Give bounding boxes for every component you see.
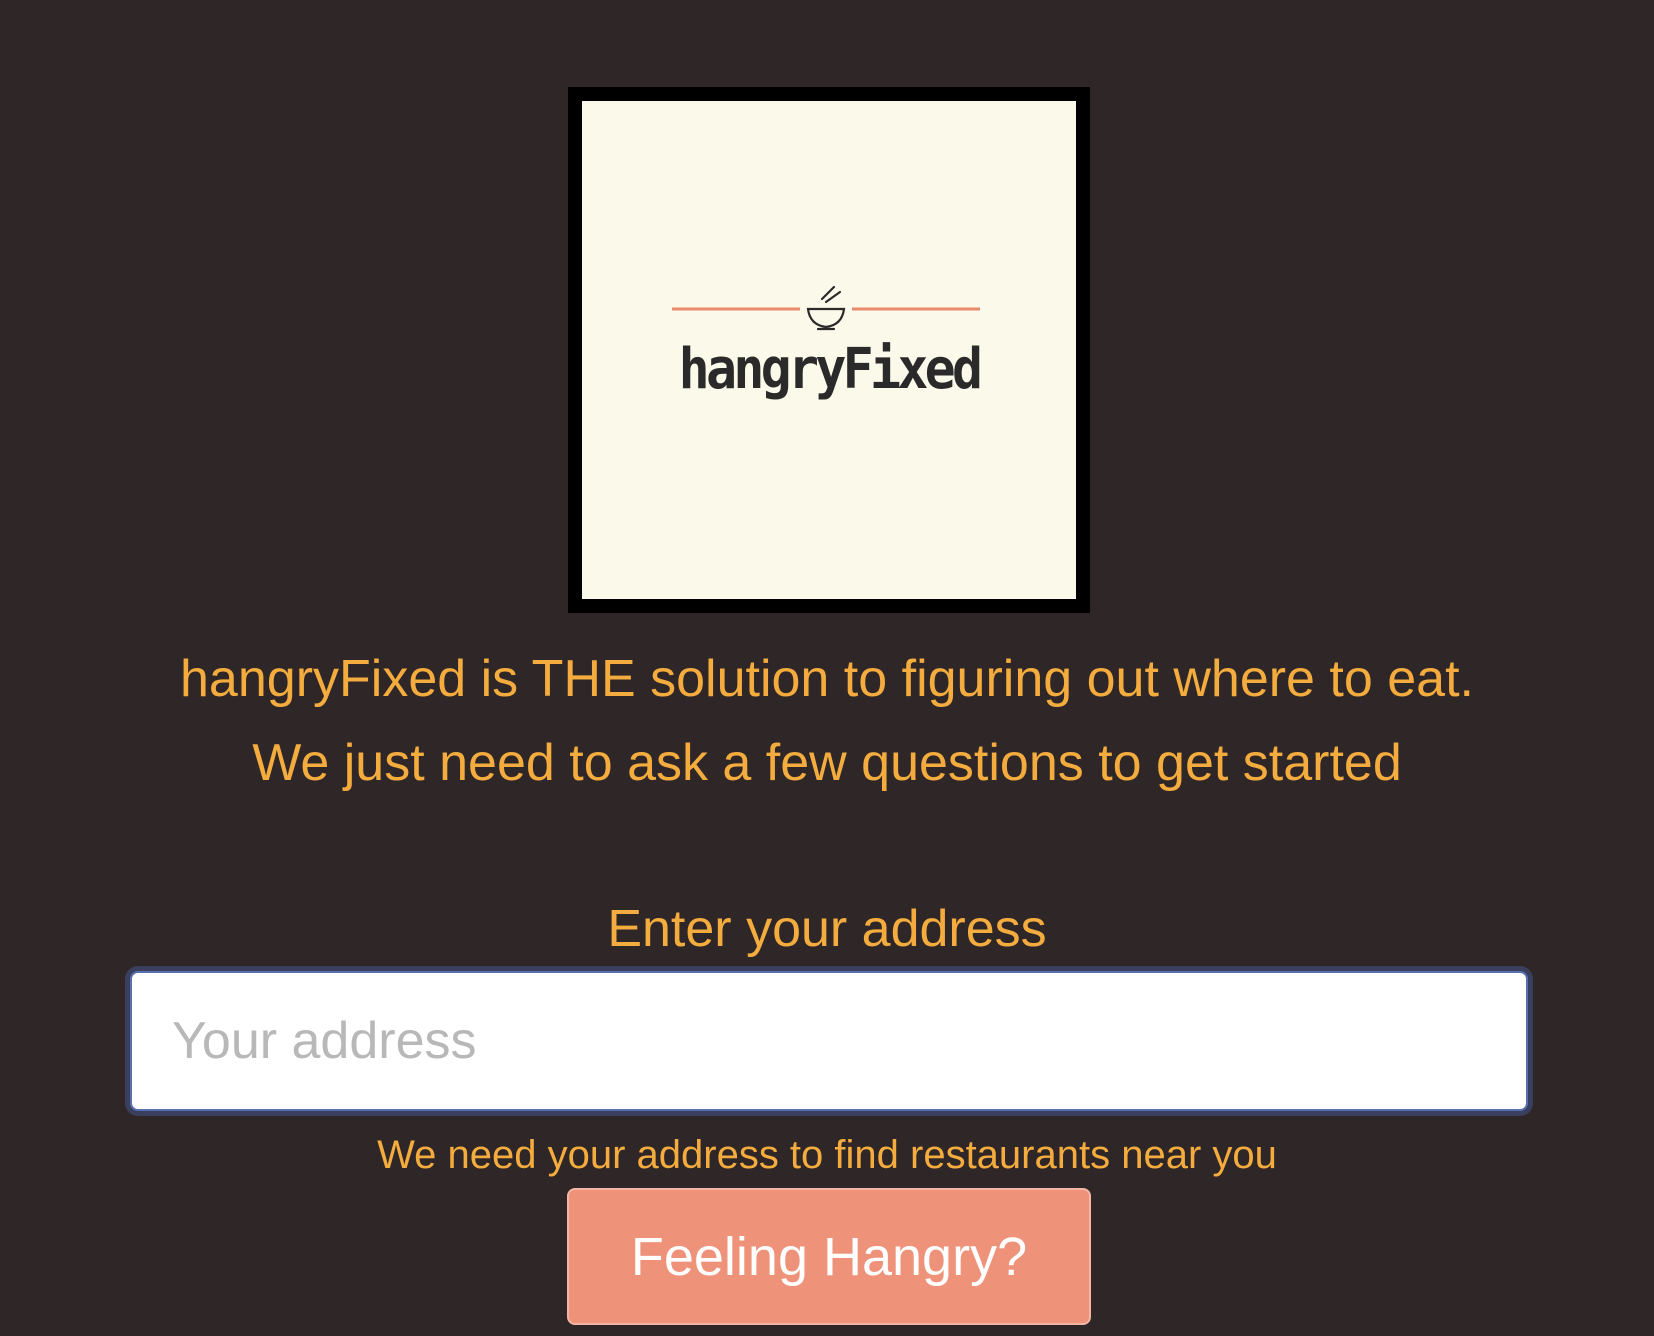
- logo-card: hangryFixed: [582, 101, 1076, 599]
- bowl-chopsticks-icon: [806, 285, 846, 331]
- address-input[interactable]: [130, 971, 1528, 1111]
- feeling-hangry-button[interactable]: Feeling Hangry?: [567, 1188, 1091, 1325]
- logo-wordmark: hangryFixed: [678, 337, 983, 402]
- intro-line-1: hangryFixed is THE solution to figuring …: [180, 650, 1474, 708]
- intro-line-2: We just need to ask a few questions to g…: [252, 734, 1402, 792]
- address-label: Enter your address: [607, 900, 1047, 958]
- address-help-text: We need your address to find restaurants…: [377, 1133, 1277, 1177]
- logo: hangryFixed: [568, 87, 1090, 613]
